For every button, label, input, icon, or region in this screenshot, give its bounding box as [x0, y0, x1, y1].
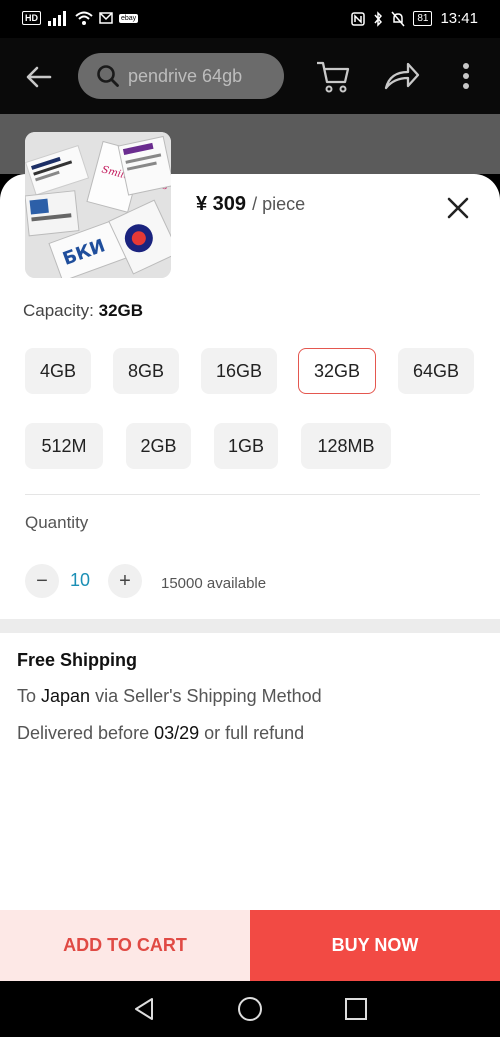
- shipping-country: Japan: [41, 686, 91, 706]
- capacity-label: Capacity: 32GB: [23, 301, 143, 321]
- hd-badge: HD: [22, 11, 41, 25]
- capacity-option-4gb[interactable]: 4GB: [25, 348, 91, 394]
- quantity-increase-button[interactable]: +: [108, 564, 142, 598]
- quantity-label: Quantity: [25, 513, 89, 532]
- mute-icon: [391, 11, 405, 26]
- capacity-option-2gb[interactable]: 2GB: [126, 423, 191, 469]
- quantity-value[interactable]: 10: [70, 570, 90, 591]
- section-separator: [0, 619, 500, 633]
- cart-icon[interactable]: [315, 58, 351, 94]
- capacity-option-64gb[interactable]: 64GB: [398, 348, 474, 394]
- system-nav-bar: [0, 981, 500, 1037]
- battery-indicator: 81: [413, 11, 433, 26]
- stock-available: 15000 available: [161, 575, 267, 592]
- price: ¥ 309: [196, 193, 247, 215]
- search-icon: [97, 65, 119, 87]
- nav-back-icon[interactable]: [130, 995, 158, 1023]
- shipping-title: Free Shipping: [17, 650, 138, 670]
- shipping-destination-prefix: To: [17, 686, 42, 706]
- capacity-selected-value: 32GB: [98, 301, 144, 320]
- capacity-option-32gb[interactable]: 32GB: [298, 348, 376, 394]
- close-icon[interactable]: [444, 194, 472, 222]
- delivery-prefix: Delivered before: [17, 723, 155, 743]
- capacity-option-512m[interactable]: 512M: [25, 423, 103, 469]
- status-left: HD ebay: [22, 10, 139, 26]
- quantity-decrease-button[interactable]: −: [25, 564, 59, 598]
- wifi-icon: [75, 11, 93, 25]
- bluetooth-icon: [374, 10, 383, 27]
- status-right: 81 13:41: [351, 10, 478, 27]
- more-options-icon[interactable]: [455, 58, 477, 94]
- capacity-option-8gb[interactable]: 8GB: [113, 348, 179, 394]
- add-to-cart-button[interactable]: ADD TO CART: [0, 910, 250, 981]
- signal-icon: [48, 11, 66, 26]
- capacity-label-text: Capacity:: [23, 301, 94, 320]
- search-query-text: pendrive 64gb: [128, 65, 243, 86]
- nfc-icon: [351, 11, 366, 26]
- shipping-method: via Seller's Shipping Method: [90, 686, 322, 706]
- ebay-notification-icon: ebay: [119, 13, 139, 23]
- shipping-section: Free Shipping To Japan via Seller's Ship…: [0, 633, 500, 910]
- share-icon[interactable]: [382, 58, 420, 94]
- status-bar: HD ebay 81 13:41: [0, 0, 500, 38]
- buy-now-button[interactable]: BUY NOW: [250, 910, 500, 981]
- usb-cards-image: Smile Sweets БКИ: [25, 132, 171, 278]
- shipping-destination-line: To Japan via Seller's Shipping Method: [17, 686, 322, 707]
- capacity-option-128mb[interactable]: 128MB: [301, 423, 391, 469]
- nav-home-icon[interactable]: [236, 995, 264, 1023]
- capacity-option-1gb[interactable]: 1GB: [214, 423, 278, 469]
- divider: [25, 494, 480, 495]
- price-unit: / piece: [252, 194, 306, 214]
- nav-recents-icon[interactable]: [342, 995, 370, 1023]
- mail-icon: [99, 12, 113, 24]
- delivery-suffix: or full refund: [199, 723, 305, 743]
- delivery-estimate-line: Delivered before 03/29 or full refund: [17, 723, 304, 744]
- price-row: ¥ 309 / piece: [196, 193, 305, 216]
- capacity-option-16gb[interactable]: 16GB: [201, 348, 277, 394]
- search-input[interactable]: pendrive 64gb: [78, 53, 284, 99]
- delivery-date: 03/29: [154, 723, 200, 743]
- back-arrow-icon[interactable]: [22, 60, 56, 94]
- product-thumbnail: Smile Sweets БКИ: [25, 132, 171, 278]
- top-app-bar: pendrive 64gb: [0, 38, 500, 114]
- clock: 13:41: [440, 10, 478, 27]
